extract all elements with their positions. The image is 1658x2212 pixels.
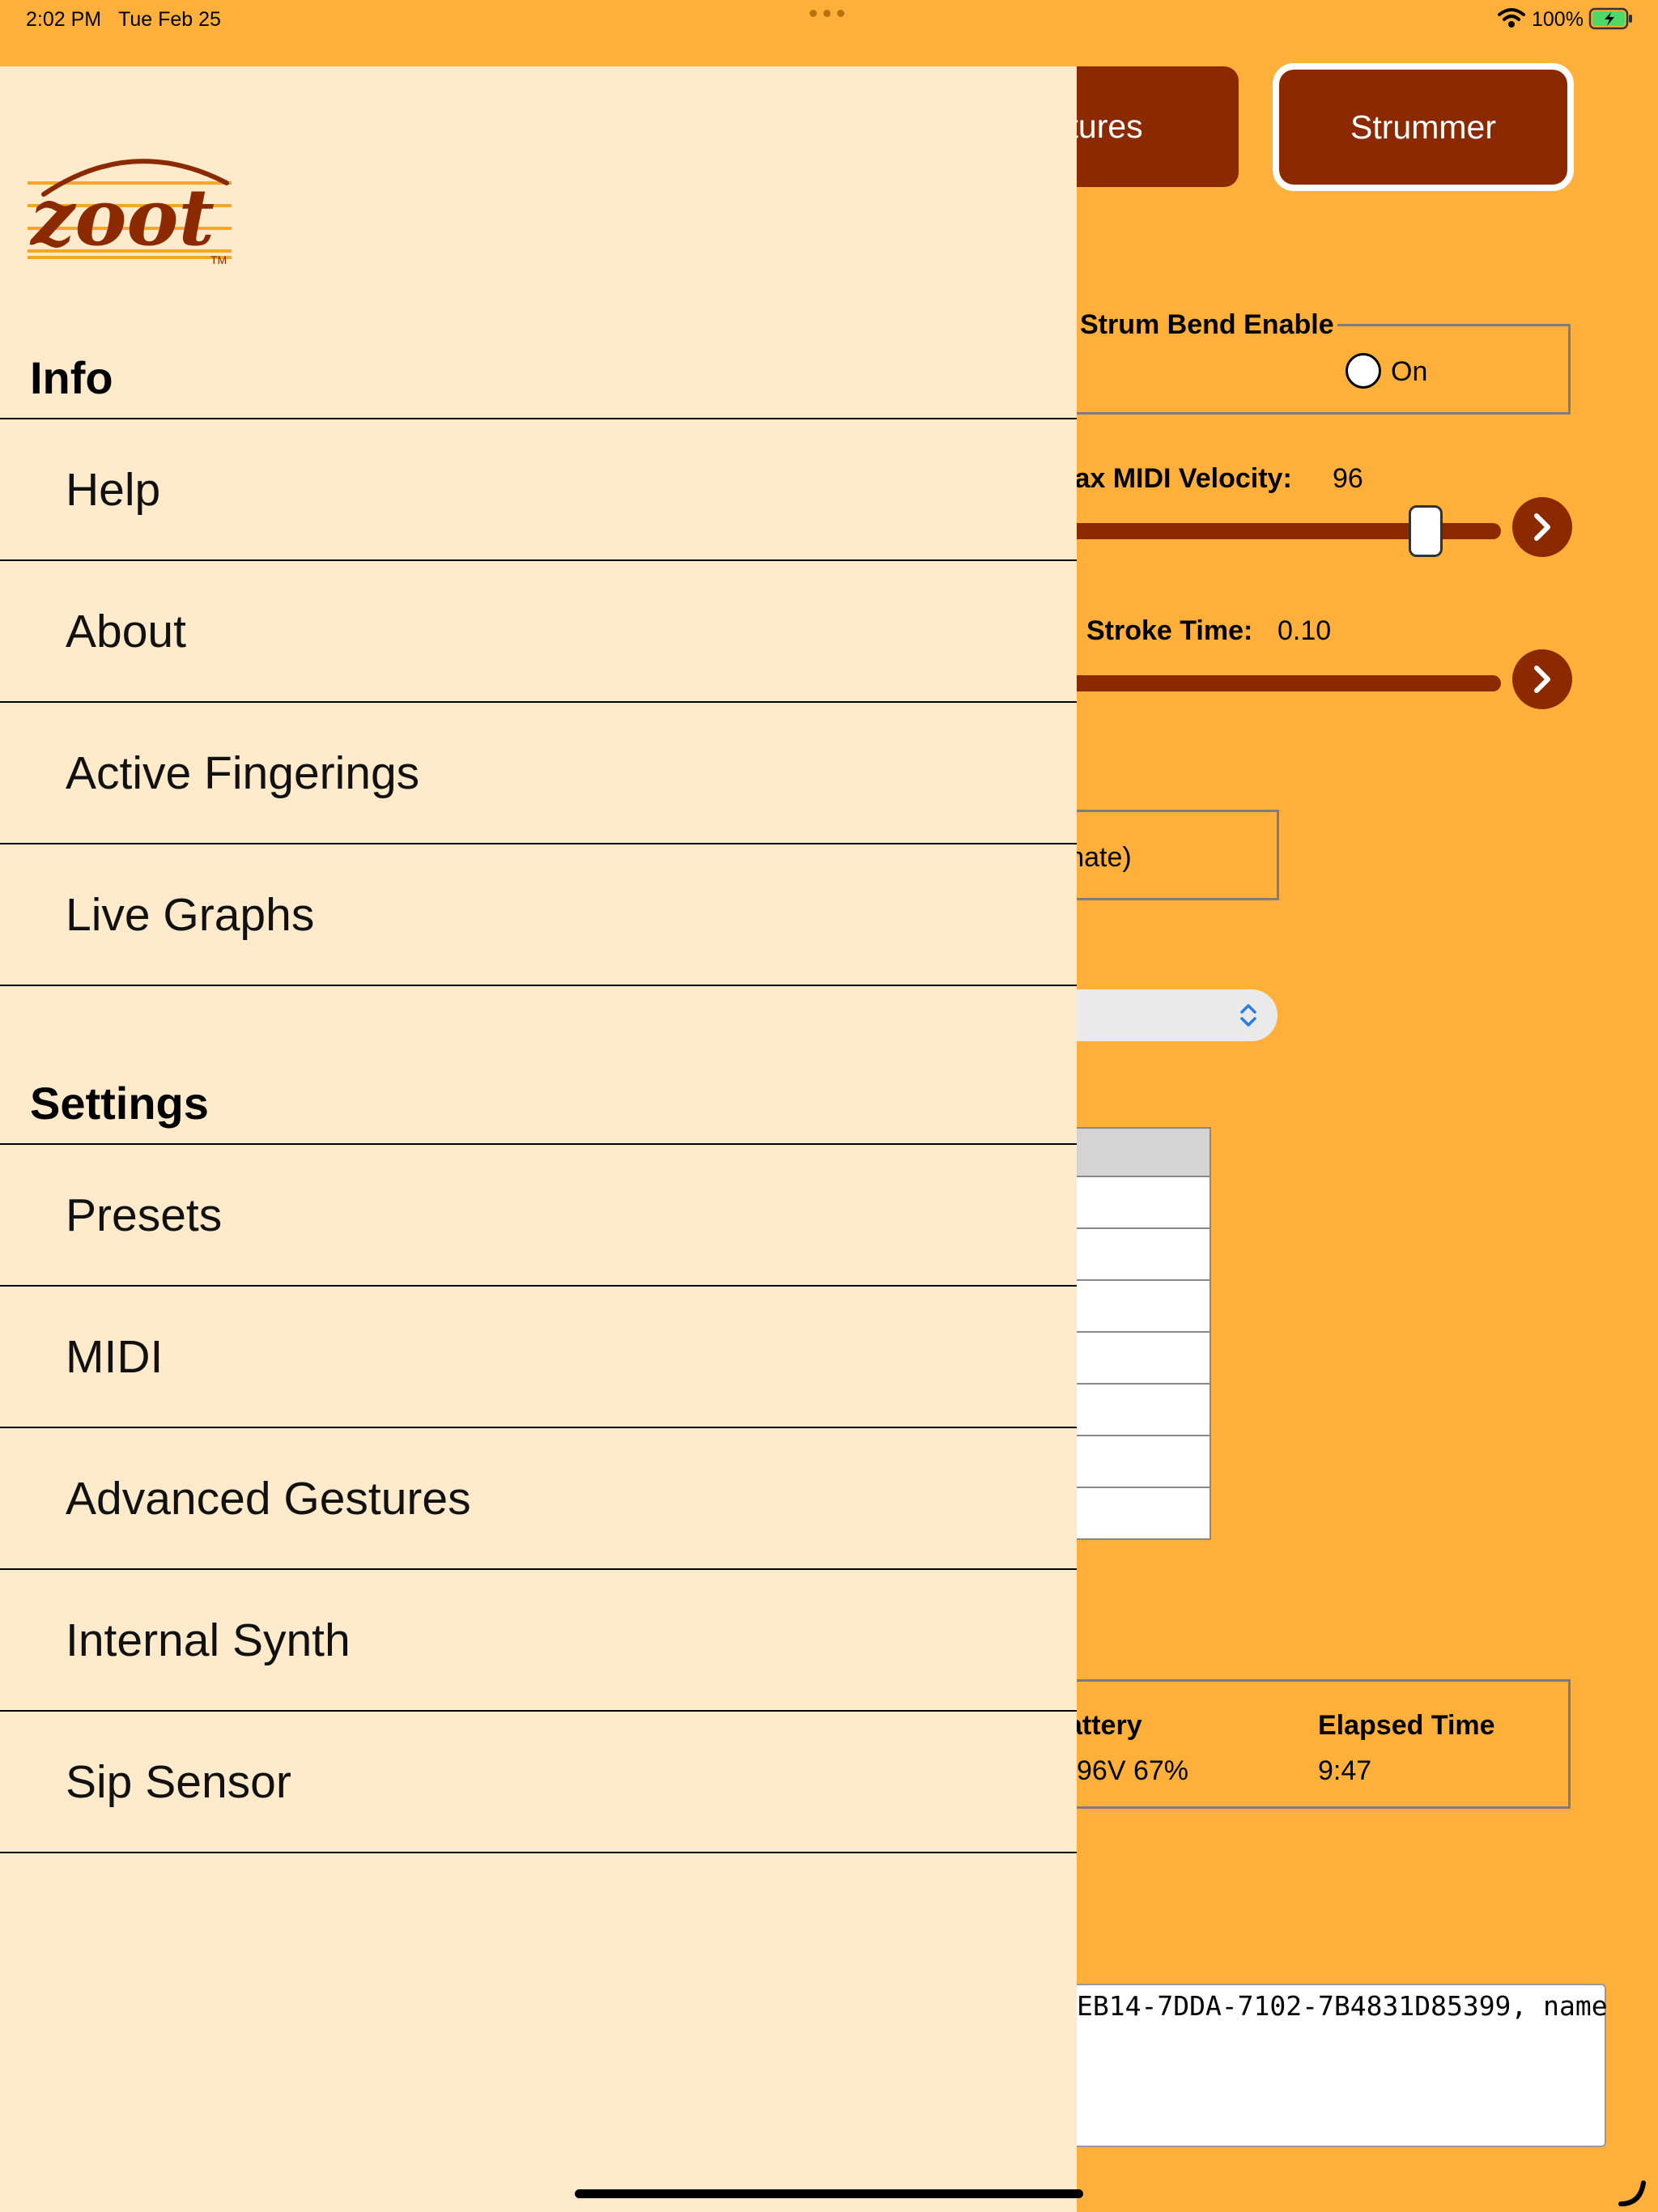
battery-percent: 100% (1532, 8, 1584, 31)
logo-text: zoot (29, 172, 215, 263)
battery-charging-icon (1588, 7, 1632, 30)
menu-item-sip-sensor[interactable]: Sip Sensor (0, 1712, 1077, 1853)
settings-section-title: Settings (30, 1078, 209, 1129)
resize-handle-icon[interactable] (1616, 2176, 1648, 2209)
stroke-time-arrow-button[interactable] (1512, 649, 1572, 709)
menu-item-internal-synth[interactable]: Internal Synth (0, 1570, 1077, 1712)
multitasking-dots-icon[interactable] (810, 10, 844, 17)
select-updown-icon (1240, 1004, 1256, 1027)
strum-bend-on-radio[interactable] (1346, 353, 1381, 389)
stroke-time-label: Stroke Time: (1086, 615, 1253, 646)
stroke-time-value: 0.10 (1278, 615, 1332, 646)
tab-strummer[interactable]: Strummer (1273, 63, 1574, 191)
midi-velocity-value: 96 (1333, 463, 1363, 494)
elapsed-time-header: Elapsed Time (1318, 1710, 1495, 1741)
log-text: EB14-7DDA-7102-7B4831D85399, name (1077, 1990, 1608, 2022)
chevron-right-icon (1534, 666, 1550, 693)
info-section-title: Info (30, 352, 113, 403)
midi-velocity-arrow-button[interactable] (1512, 497, 1572, 557)
menu-item-active-fingerings[interactable]: Active Fingerings (0, 703, 1077, 844)
menu-item-midi[interactable]: MIDI (0, 1287, 1077, 1428)
logo-trademark: TM (210, 253, 227, 266)
status-date: Tue Feb 25 (118, 8, 221, 31)
chevron-right-icon (1534, 513, 1550, 541)
midi-velocity-label: lax MIDI Velocity: (1067, 463, 1292, 494)
stroke-time-slider[interactable] (1052, 675, 1501, 691)
battery-value: 96V 67% (1077, 1755, 1188, 1786)
zoot-logo: zoot TM (28, 159, 232, 266)
wifi-icon (1498, 8, 1525, 28)
battery-header: attery (1067, 1710, 1142, 1741)
strum-bend-on-label: On (1391, 356, 1428, 387)
menu-item-live-graphs[interactable]: Live Graphs (0, 844, 1077, 986)
home-indicator[interactable] (575, 2189, 1083, 2198)
side-menu-drawer: zoot TM Info Help About Active Fingerings L… (0, 66, 1077, 2212)
menu-item-about[interactable]: About (0, 561, 1077, 703)
menu-item-presets[interactable]: Presets (0, 1145, 1077, 1287)
midi-velocity-slider-thumb[interactable] (1409, 505, 1443, 557)
menu-item-help[interactable]: Help (0, 419, 1077, 561)
status-time: 2:02 PM (26, 8, 102, 31)
device-status-panel (1028, 1679, 1571, 1809)
menu-item-advanced-gestures[interactable]: Advanced Gestures (0, 1428, 1077, 1570)
strum-bend-legend: Strum Bend Enable (1077, 309, 1337, 341)
elapsed-time-value: 9:47 (1318, 1755, 1372, 1786)
